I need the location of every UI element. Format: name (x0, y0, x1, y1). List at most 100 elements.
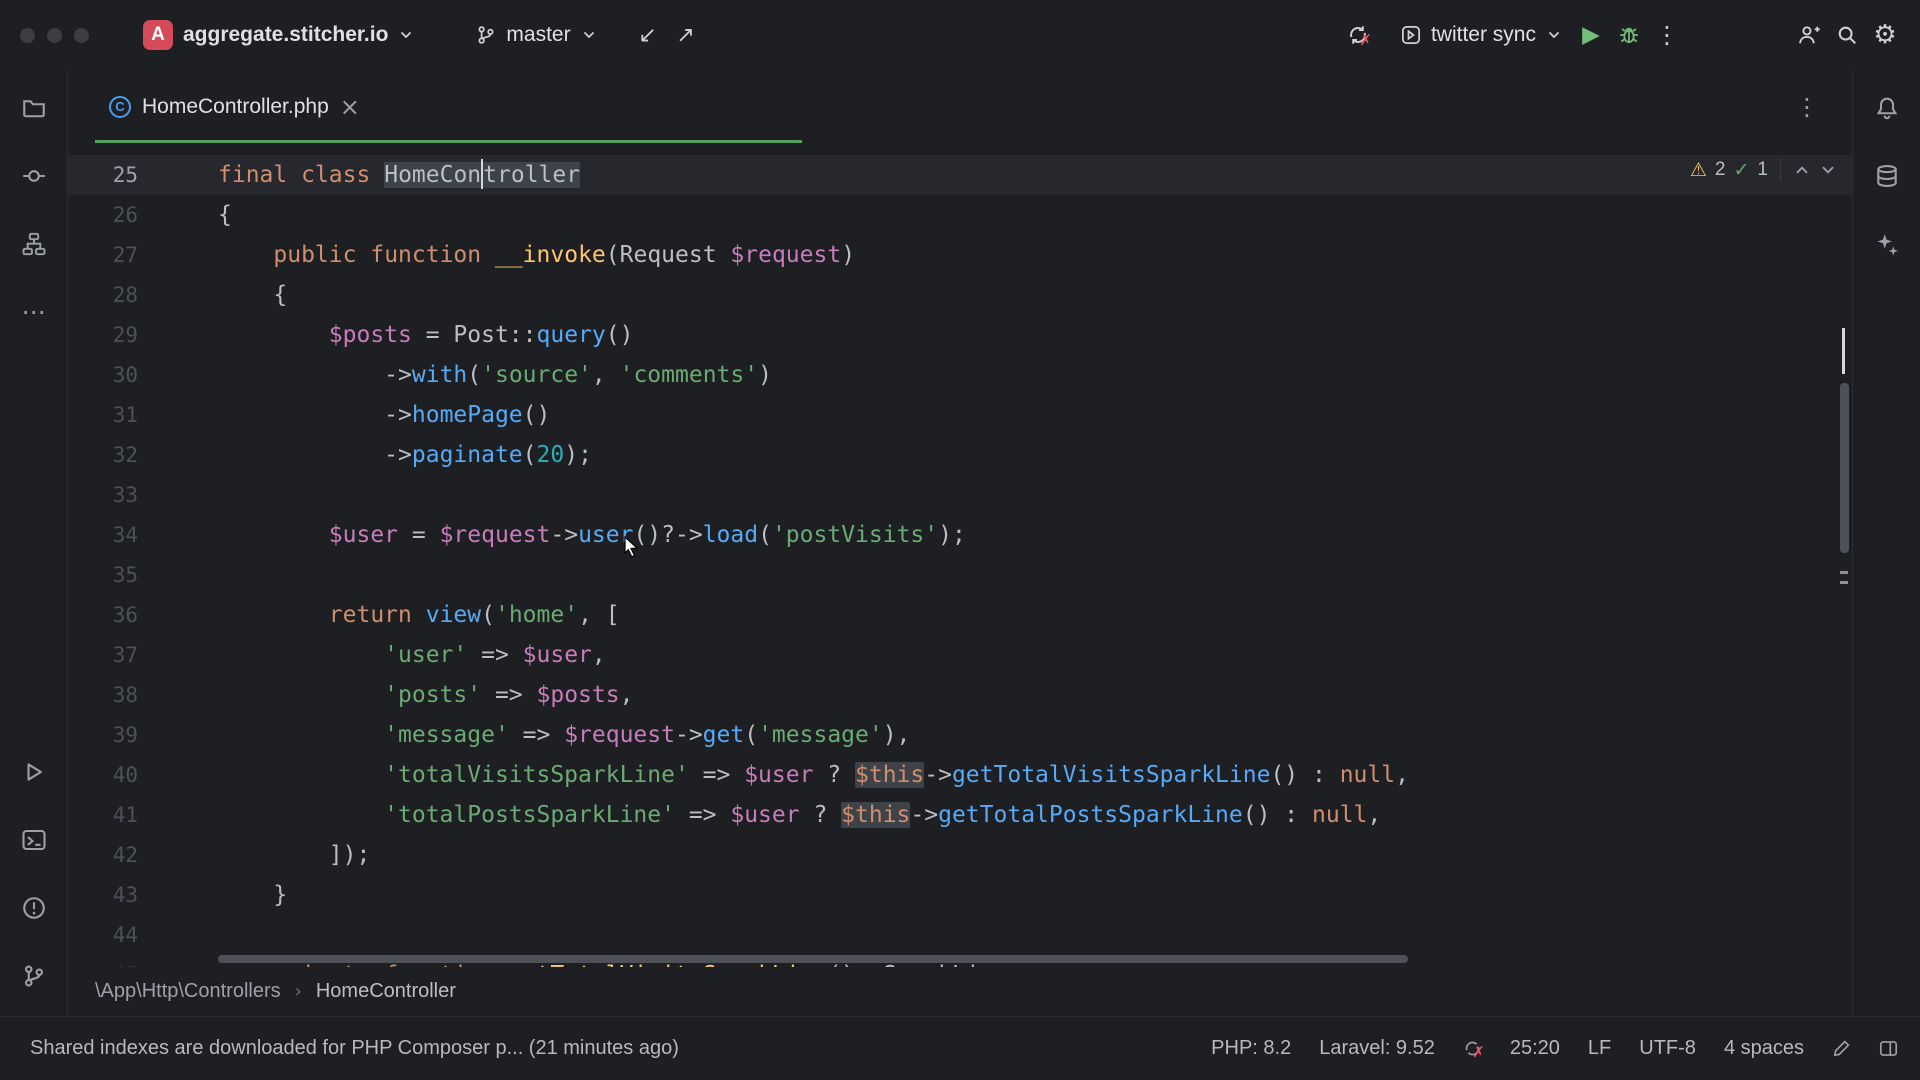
run-button[interactable]: ▶ (1572, 16, 1610, 54)
line-number: 43 (68, 875, 218, 915)
project-widget[interactable]: A aggregate.stitcher.io (133, 14, 424, 56)
ai-assistant-button[interactable] (1863, 220, 1911, 268)
code-line-28[interactable]: 28 { (68, 275, 1852, 315)
notifications-button[interactable] (1863, 84, 1911, 132)
chevron-down-icon[interactable] (1819, 161, 1837, 179)
tab-homecontroller[interactable]: C HomeController.php × (95, 70, 374, 143)
git-branch-widget[interactable]: master (466, 17, 606, 53)
code-line-37[interactable]: 37 'user' => $user, (68, 635, 1852, 675)
token-keyword: public (273, 242, 356, 268)
code-text: 'user' => $user, (218, 635, 1852, 675)
token-plain-text: , (592, 642, 606, 668)
code-line-33[interactable]: 33 (68, 475, 1852, 515)
code-line-26[interactable]: 26{ (68, 195, 1852, 235)
project-tool-button[interactable] (10, 84, 58, 132)
chevron-down-icon (1546, 27, 1562, 43)
caret-position-widget[interactable]: 25:20 (1510, 1037, 1560, 1060)
token-plain-text (218, 802, 384, 828)
push-button[interactable]: ↗ (667, 16, 705, 54)
laravel-version-widget[interactable]: Laravel: 9.52 (1319, 1037, 1435, 1060)
code-line-41[interactable]: 41 'totalPostsSparkLine' => $user ? $thi… (68, 795, 1852, 835)
code-line-25[interactable]: 25final class HomeController (68, 155, 1852, 195)
run-tool-button[interactable] (10, 748, 58, 796)
panel-layout-icon[interactable] (1879, 1039, 1898, 1058)
code-with-me-button[interactable] (1790, 16, 1828, 54)
token-plain-text: = Post:: (412, 322, 537, 348)
code-line-27[interactable]: 27 public function __invoke(Request $req… (68, 235, 1852, 275)
commit-tool-button[interactable] (10, 152, 58, 200)
token-plain-text: -> (550, 522, 578, 548)
token-plain-text: ( (606, 242, 620, 268)
token-plain-text (218, 322, 329, 348)
token-plain-text: -> (218, 362, 412, 388)
code-line-44[interactable]: 44 (68, 915, 1852, 955)
token-variable: $user (329, 522, 398, 548)
code-line-29[interactable]: 29 $posts = Post::query() (68, 315, 1852, 355)
write-access-icon[interactable] (1832, 1039, 1851, 1058)
more-tool-windows-button[interactable]: ⋯ (10, 288, 58, 336)
inspection-widget[interactable]: ⚠ 2 ✓ 1 (1690, 159, 1837, 181)
settings-button[interactable]: ⚙ (1866, 16, 1904, 54)
code-line-43[interactable]: 43 } (68, 875, 1852, 915)
problems-tool-button[interactable] (10, 884, 58, 932)
code-line-39[interactable]: 39 'message' => $request->get('message')… (68, 715, 1852, 755)
window-close-button[interactable] (20, 28, 35, 43)
breadcrumb-path[interactable]: \App\Http\Controllers (95, 980, 281, 1003)
titlebar: A aggregate.stitcher.io master ↙ ↗ (0, 0, 1920, 70)
indent-widget[interactable]: 4 spaces (1724, 1037, 1804, 1060)
code-text: final class HomeController (218, 155, 1852, 195)
code-line-38[interactable]: 38 'posts' => $posts, (68, 675, 1852, 715)
database-tool-button[interactable] (1863, 152, 1911, 200)
tab-close-icon[interactable]: × (340, 95, 360, 119)
debug-button[interactable] (1610, 16, 1648, 54)
token-plain-text: ( (758, 522, 772, 548)
chevron-up-icon[interactable] (1793, 161, 1811, 179)
code-text: $posts = Post::query() (218, 315, 1852, 355)
editor-options-button[interactable]: ⋮ (1788, 88, 1826, 126)
horizontal-scrollbar-thumb[interactable] (218, 955, 1408, 963)
sync-error-icon[interactable]: ✗ (1463, 1039, 1482, 1058)
token-function-call: with (412, 362, 467, 388)
code-line-35[interactable]: 35 (68, 555, 1852, 595)
sync-status-button[interactable]: ✗ (1339, 16, 1377, 54)
code-text: } (218, 875, 1852, 915)
gear-icon: ⚙ (1873, 20, 1896, 50)
folder-icon (22, 96, 46, 120)
code-line-32[interactable]: 32 ->paginate(20); (68, 435, 1852, 475)
line-separator-widget[interactable]: LF (1588, 1037, 1611, 1060)
code-line-40[interactable]: 40 'totalVisitsSparkLine' => $user ? $th… (68, 755, 1852, 795)
php-version-widget[interactable]: PHP: 8.2 (1211, 1037, 1291, 1060)
token-number: 20 (537, 442, 565, 468)
terminal-tool-button[interactable] (10, 816, 58, 864)
window-zoom-button[interactable] (74, 28, 89, 43)
token-plain-text: -> (218, 442, 412, 468)
code-line-34[interactable]: 34 $user = $request->user()?->load('post… (68, 515, 1852, 555)
passed-count: 1 (1757, 159, 1768, 181)
breadcrumb-current[interactable]: HomeController (316, 980, 456, 1003)
run-configuration-widget[interactable]: twitter sync (1391, 17, 1572, 53)
code-line-42[interactable]: 42 ]); (68, 835, 1852, 875)
code-editor[interactable]: 25final class HomeController26{27 public… (68, 143, 1852, 967)
token-plain-text: ( (467, 362, 481, 388)
vertical-scrollbar-thumb[interactable] (1840, 383, 1849, 553)
more-actions-button[interactable]: ⋮ (1648, 16, 1686, 54)
version-control-tool-button[interactable] (10, 952, 58, 1000)
tab-bar: C HomeController.php × ⋮ (68, 70, 1852, 143)
line-number: 27 (68, 235, 218, 275)
structure-tool-button[interactable] (10, 220, 58, 268)
line-number: 42 (68, 835, 218, 875)
token-function-call: getTotalPostsSparkLine (938, 802, 1243, 828)
token-plain-text: { (218, 282, 287, 308)
window-minimize-button[interactable] (47, 28, 62, 43)
line-number: 34 (68, 515, 218, 555)
chevron-down-icon (398, 27, 414, 43)
code-line-36[interactable]: 36 return view('home', [ (68, 595, 1852, 635)
update-project-button[interactable]: ↙ (629, 16, 667, 54)
token-function-call: view (426, 602, 481, 628)
code-text: $user = $request->user()?->load('postVis… (218, 515, 1852, 555)
search-everywhere-button[interactable] (1828, 16, 1866, 54)
code-line-31[interactable]: 31 ->homePage() (68, 395, 1852, 435)
code-line-30[interactable]: 30 ->with('source', 'comments') (68, 355, 1852, 395)
encoding-widget[interactable]: UTF-8 (1639, 1037, 1696, 1060)
token-string: 'postVisits' (772, 522, 938, 548)
